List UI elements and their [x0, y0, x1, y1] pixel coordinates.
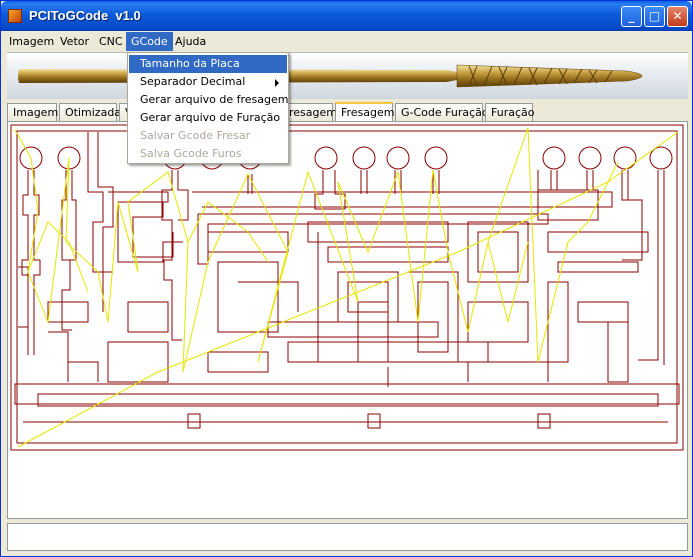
app-icon [8, 9, 22, 23]
menu-item-tamanho-da-placa[interactable]: Tamanho da Placa [129, 55, 287, 73]
menu-item-gerar-fresagem[interactable]: Gerar arquivo de fresagem [129, 91, 289, 109]
pcb-canvas[interactable] [7, 121, 688, 519]
pcb-drawing [10, 124, 684, 451]
menu-cnc[interactable]: CNC [94, 32, 128, 51]
menu-item-salva-gcode-furos: Salva Gcode Furos [140, 147, 242, 160]
drill-bit-icon [18, 64, 643, 88]
tab-otimizada[interactable]: Otimizada [59, 103, 121, 121]
tab-resagem[interactable]: resagem [287, 103, 337, 121]
menu-item-salvar-gcode-fresar: Salvar Gcode Fresar [140, 129, 251, 142]
titlebar[interactable]: PCIToGCode v1.0 _ □ ✕ [1, 1, 692, 31]
pcb-traces [10, 124, 684, 451]
close-button[interactable]: ✕ [667, 6, 688, 27]
menu-imagem[interactable]: Imagem [4, 32, 59, 51]
menu-bar: Imagem Vetor CNC GCode Ajuda [2, 32, 691, 52]
drill-bit-banner [7, 52, 688, 99]
menu-item-gerar-furacao[interactable]: Gerar arquivo de Furação [129, 109, 287, 127]
minimize-button[interactable]: _ [621, 6, 642, 27]
tab-furacao[interactable]: Furação [485, 103, 534, 121]
menu-vetor[interactable]: Vetor [55, 32, 94, 51]
tab-imagem[interactable]: Imagem [7, 103, 58, 121]
app-window: PCIToGCode v1.0 _ □ ✕ Imagem Vetor CNC G… [0, 0, 693, 557]
submenu-arrow-icon [275, 79, 279, 87]
tab-gcode-furacao[interactable]: G-Code Furação [395, 103, 489, 121]
tab-fresagem[interactable]: Fresagem [335, 102, 395, 122]
menu-item-separador-decimal-label: Separador Decimal [140, 75, 246, 88]
menu-item-separador-decimal[interactable]: Separador Decimal [129, 73, 287, 91]
maximize-button[interactable]: □ [644, 6, 665, 27]
status-bar [7, 523, 688, 551]
menu-ajuda[interactable]: Ajuda [170, 32, 211, 51]
milling-path [14, 127, 679, 448]
window-title: PCIToGCode v1.0 [29, 8, 141, 23]
menu-gcode[interactable]: GCode [126, 32, 173, 51]
gcode-dropdown-menu: Tamanho da Placa Separador Decimal Gerar… [127, 52, 289, 164]
